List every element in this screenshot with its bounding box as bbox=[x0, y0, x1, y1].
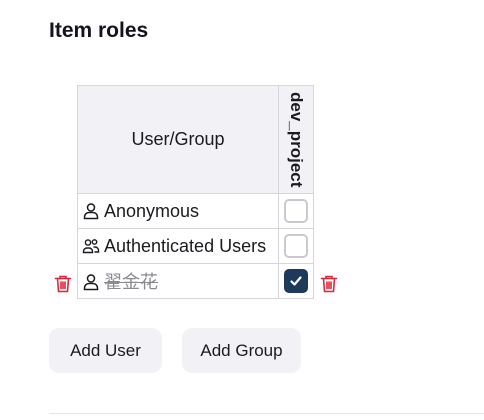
permission-cell bbox=[278, 263, 314, 299]
column-header-dev-project: dev_project bbox=[278, 85, 314, 194]
user-icon bbox=[82, 202, 100, 220]
trash-icon[interactable] bbox=[54, 274, 72, 299]
row-name-cell: 翟金花 bbox=[77, 263, 279, 299]
row-name: Anonymous bbox=[104, 200, 200, 221]
trash-icon[interactable] bbox=[320, 274, 338, 299]
permission-checkbox-checked[interactable] bbox=[284, 269, 308, 293]
header-row: User/Group dev_project bbox=[77, 85, 314, 194]
table-row: Authenticated Users bbox=[77, 228, 314, 264]
row-name-cell: Anonymous bbox=[77, 193, 279, 229]
roles-matrix: User/Group dev_project Anonymous Authent… bbox=[77, 85, 314, 299]
permission-cell bbox=[278, 193, 314, 229]
permission-checkbox[interactable] bbox=[284, 234, 308, 258]
group-icon bbox=[82, 237, 100, 255]
add-group-button[interactable]: Add Group bbox=[182, 328, 301, 373]
row-name: Authenticated Users bbox=[104, 235, 267, 256]
row-name-cell: Authenticated Users bbox=[77, 228, 279, 264]
table-row: Anonymous bbox=[77, 193, 314, 229]
add-user-button[interactable]: Add User bbox=[49, 328, 162, 373]
divider bbox=[49, 413, 484, 414]
permission-cell bbox=[278, 228, 314, 264]
checkmark-icon bbox=[290, 276, 302, 286]
column-label: dev_project bbox=[287, 92, 306, 188]
table-row: 翟金花 bbox=[77, 263, 314, 299]
permission-checkbox[interactable] bbox=[284, 199, 308, 223]
user-group-header: User/Group bbox=[77, 85, 279, 194]
row-name-removed: 翟金花 bbox=[104, 272, 158, 292]
section-title: Item roles bbox=[49, 19, 149, 42]
user-icon bbox=[82, 273, 100, 291]
